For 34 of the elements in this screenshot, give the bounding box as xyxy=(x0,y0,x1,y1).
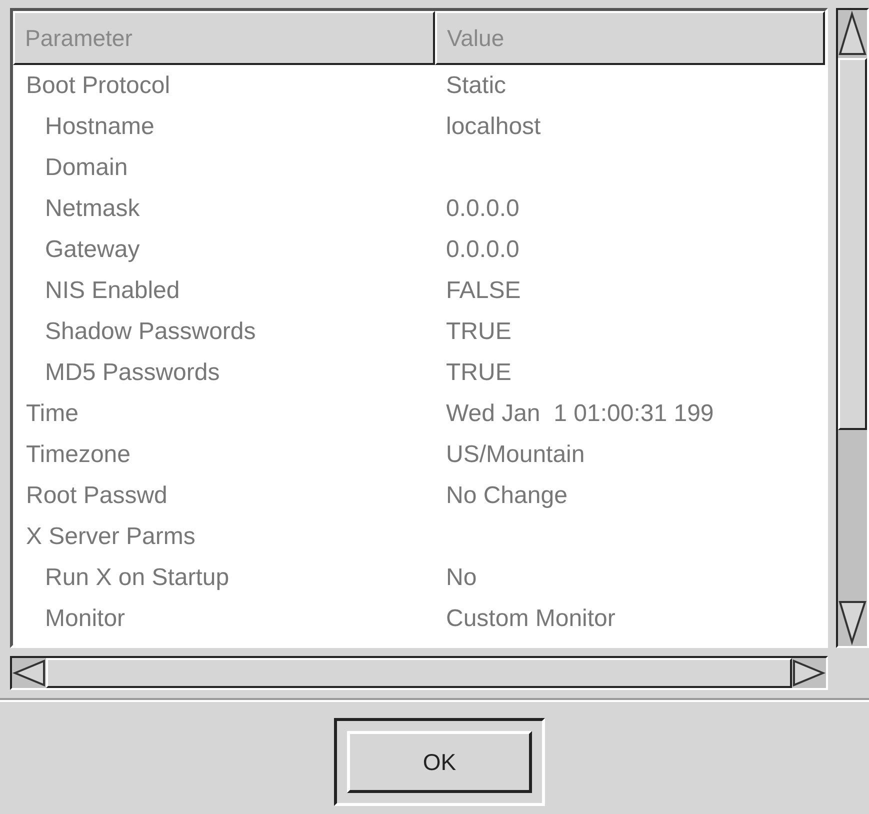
parameter-cell: Domain xyxy=(45,154,128,182)
down-arrow-icon[interactable] xyxy=(838,598,867,646)
column-header[interactable]: Parameter xyxy=(13,11,435,65)
parameter-cell: Shadow Passwords xyxy=(45,318,256,346)
parameter-cell: X Server Parms xyxy=(26,522,196,550)
value-cell: Static xyxy=(446,72,506,100)
column-header[interactable]: Value xyxy=(435,11,825,65)
value-cell: 0.0.0.0 xyxy=(446,194,520,222)
scrollbar-thumb[interactable] xyxy=(838,58,867,430)
value-cell: localhost xyxy=(446,112,541,140)
parameter-cell: MD5 Passwords xyxy=(45,358,220,386)
parameter-cell: Monitor xyxy=(45,604,126,632)
parameter-cell: Gateway xyxy=(45,236,140,264)
value-cell: TRUE xyxy=(446,318,512,346)
value-cell: No xyxy=(446,564,477,592)
parameter-cell: Hostname xyxy=(45,112,154,140)
value-cell: Wed Jan 1 01:00:31 199 xyxy=(446,400,714,428)
value-cell: TRUE xyxy=(446,358,512,386)
parameter-cell: Boot Protocol xyxy=(26,72,170,100)
up-arrow-icon[interactable] xyxy=(838,10,867,58)
right-arrow-icon[interactable] xyxy=(792,658,826,688)
ok-button[interactable]: OK xyxy=(347,731,532,793)
left-arrow-icon[interactable] xyxy=(12,658,46,688)
value-cell: 0.0.0.0 xyxy=(446,236,520,264)
parameter-cell: Timezone xyxy=(26,440,130,468)
value-cell: FALSE xyxy=(446,276,521,304)
parameter-cell: Root Passwd xyxy=(26,482,168,510)
parameter-cell: Time xyxy=(26,400,78,428)
value-cell: Custom Monitor xyxy=(446,604,616,632)
value-cell: No Change xyxy=(446,482,568,510)
parameter-cell: Run X on Startup xyxy=(45,564,230,592)
parameter-cell: NIS Enabled xyxy=(45,276,180,304)
parameter-cell: Netmask xyxy=(45,194,140,222)
value-cell: US/Mountain xyxy=(446,440,585,468)
